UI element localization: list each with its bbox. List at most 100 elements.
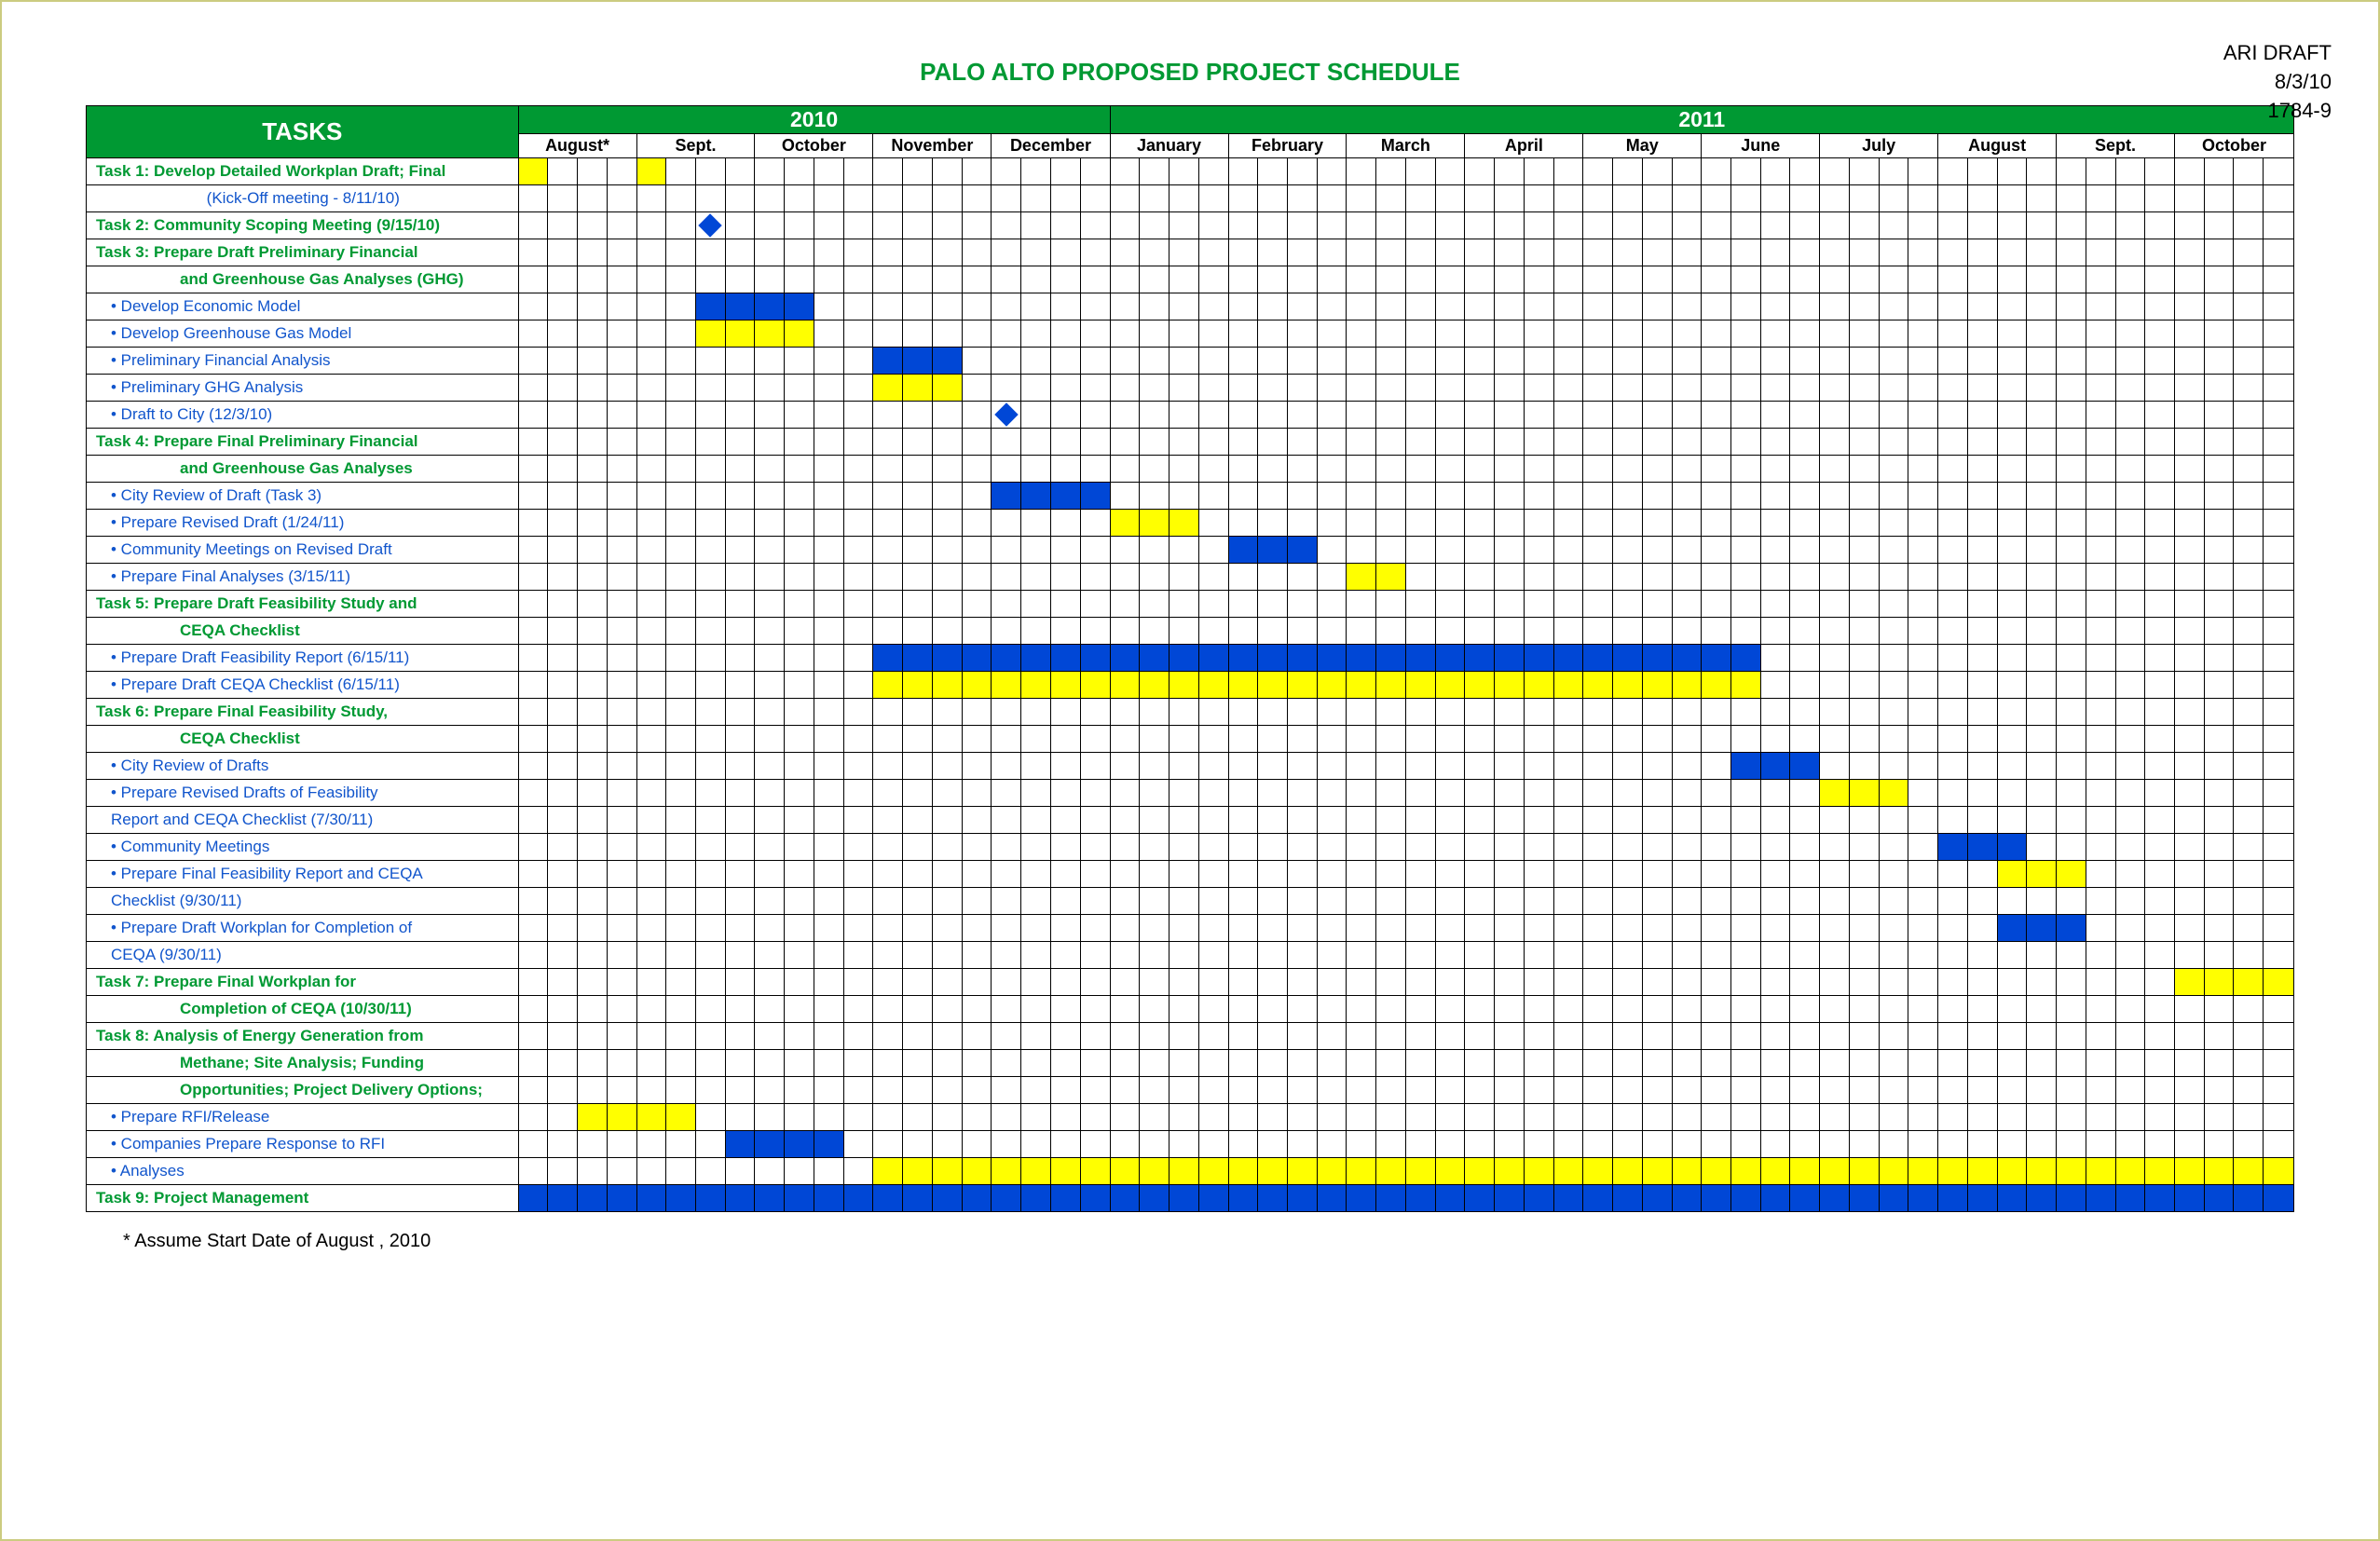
gantt-row: Task 7: Prepare Final Workplan for	[87, 969, 2294, 996]
milestone-icon	[994, 402, 1018, 426]
row-label: • Prepare Final Feasibility Report and C…	[87, 861, 519, 888]
page-title: PALO ALTO PROPOSED PROJECT SCHEDULE	[86, 58, 2294, 87]
gantt-row: Methane; Site Analysis; Funding	[87, 1050, 2294, 1077]
row-label: (Kick-Off meeting - 8/11/10)	[87, 185, 519, 212]
gantt-row: • Prepare RFI/Release	[87, 1104, 2294, 1131]
gantt-row: • City Review of Drafts	[87, 753, 2294, 780]
row-label: CEQA Checklist	[87, 618, 519, 645]
row-label: Opportunities; Project Delivery Options;	[87, 1077, 519, 1104]
gantt-row: • Draft to City (12/3/10)	[87, 402, 2294, 429]
gantt-row: Checklist (9/30/11)	[87, 888, 2294, 915]
month-header: Sept.	[636, 134, 755, 158]
footnote: * Assume Start Date of August , 2010	[123, 1231, 2294, 1252]
gantt-row: (Kick-Off meeting - 8/11/10)	[87, 185, 2294, 212]
gantt-row: Task 2: Community Scoping Meeting (9/15/…	[87, 212, 2294, 239]
gantt-row: • Preliminary Financial Analysis	[87, 348, 2294, 375]
row-label: Task 2: Community Scoping Meeting (9/15/…	[87, 212, 519, 239]
year-2010: 2010	[518, 106, 1110, 134]
gantt-row: Completion of CEQA (10/30/11)	[87, 996, 2294, 1023]
row-label: • City Review of Draft (Task 3)	[87, 483, 519, 510]
gantt-row: and Greenhouse Gas Analyses	[87, 456, 2294, 483]
row-label: Task 4: Prepare Final Preliminary Financ…	[87, 429, 519, 456]
gantt-row: Task 5: Prepare Draft Feasibility Study …	[87, 591, 2294, 618]
row-label: • Community Meetings on Revised Draft	[87, 537, 519, 564]
gantt-row: • Prepare Draft Feasibility Report (6/15…	[87, 645, 2294, 672]
row-label: • Prepare Draft Feasibility Report (6/15…	[87, 645, 519, 672]
month-header: August	[1938, 134, 2057, 158]
month-header: June	[1702, 134, 1820, 158]
month-header: April	[1465, 134, 1583, 158]
gantt-row: CEQA (9/30/11)	[87, 942, 2294, 969]
gantt-row: Task 1: Develop Detailed Workplan Draft;…	[87, 158, 2294, 185]
row-label: • Prepare Final Analyses (3/15/11)	[87, 564, 519, 591]
gantt-row: Task 8: Analysis of Energy Generation fr…	[87, 1023, 2294, 1050]
month-header: November	[873, 134, 992, 158]
row-label: Task 8: Analysis of Energy Generation fr…	[87, 1023, 519, 1050]
row-label: and Greenhouse Gas Analyses (GHG)	[87, 266, 519, 293]
month-header: December	[992, 134, 1110, 158]
gantt-row: and Greenhouse Gas Analyses (GHG)	[87, 266, 2294, 293]
year-2011: 2011	[1110, 106, 2293, 134]
row-label: CEQA (9/30/11)	[87, 942, 519, 969]
row-label: • Prepare Revised Draft (1/24/11)	[87, 510, 519, 537]
row-label: and Greenhouse Gas Analyses	[87, 456, 519, 483]
milestone-icon	[699, 213, 722, 237]
month-header: May	[1583, 134, 1702, 158]
row-label: Checklist (9/30/11)	[87, 888, 519, 915]
tasks-header: TASKS	[87, 106, 519, 158]
month-header: January	[1110, 134, 1228, 158]
gantt-row: Task 6: Prepare Final Feasibility Study,	[87, 699, 2294, 726]
gantt-row: • Companies Prepare Response to RFI	[87, 1131, 2294, 1158]
gantt-row: Task 9: Project Management	[87, 1185, 2294, 1212]
month-header: July	[1820, 134, 1938, 158]
row-label: • Prepare Draft CEQA Checklist (6/15/11)	[87, 672, 519, 699]
gantt-row: • Prepare Draft CEQA Checklist (6/15/11)	[87, 672, 2294, 699]
gantt-row: • Community Meetings	[87, 834, 2294, 861]
row-label: Task 9: Project Management	[87, 1185, 519, 1212]
gantt-row: • Prepare Final Feasibility Report and C…	[87, 861, 2294, 888]
row-label: Completion of CEQA (10/30/11)	[87, 996, 519, 1023]
gantt-row: • Preliminary GHG Analysis	[87, 375, 2294, 402]
meta-draft: ARI DRAFT	[2223, 39, 2332, 68]
row-label: • Analyses	[87, 1158, 519, 1185]
row-label: • Draft to City (12/3/10)	[87, 402, 519, 429]
gantt-row: • Community Meetings on Revised Draft	[87, 537, 2294, 564]
gantt-row: Task 4: Prepare Final Preliminary Financ…	[87, 429, 2294, 456]
gantt-row: • City Review of Draft (Task 3)	[87, 483, 2294, 510]
gantt-table: TASKS20102011August*Sept.OctoberNovember…	[86, 105, 2294, 1212]
gantt-row: • Analyses	[87, 1158, 2294, 1185]
meta-doc: 1784-9	[2223, 97, 2332, 126]
month-header: Sept.	[2057, 134, 2175, 158]
month-header: March	[1347, 134, 1465, 158]
gantt-row: CEQA Checklist	[87, 618, 2294, 645]
gantt-row: Opportunities; Project Delivery Options;	[87, 1077, 2294, 1104]
row-label: Task 5: Prepare Draft Feasibility Study …	[87, 591, 519, 618]
row-label: • Prepare Revised Drafts of Feasibility	[87, 780, 519, 807]
row-label: • Prepare Draft Workplan for Completion …	[87, 915, 519, 942]
row-label: Task 3: Prepare Draft Preliminary Financ…	[87, 239, 519, 266]
row-label: Methane; Site Analysis; Funding	[87, 1050, 519, 1077]
row-label: Report and CEQA Checklist (7/30/11)	[87, 807, 519, 834]
gantt-row: • Develop Greenhouse Gas Model	[87, 320, 2294, 348]
gantt-row: • Prepare Draft Workplan for Completion …	[87, 915, 2294, 942]
row-label: • Preliminary GHG Analysis	[87, 375, 519, 402]
row-label: • Preliminary Financial Analysis	[87, 348, 519, 375]
gantt-row: CEQA Checklist	[87, 726, 2294, 753]
gantt-row: • Prepare Final Analyses (3/15/11)	[87, 564, 2294, 591]
month-header: February	[1228, 134, 1347, 158]
document-meta: ARI DRAFT 8/3/10 1784-9	[2223, 39, 2332, 125]
row-label: Task 1: Develop Detailed Workplan Draft;…	[87, 158, 519, 185]
gantt-row: Report and CEQA Checklist (7/30/11)	[87, 807, 2294, 834]
gantt-row: Task 3: Prepare Draft Preliminary Financ…	[87, 239, 2294, 266]
meta-date: 8/3/10	[2223, 68, 2332, 97]
row-label: Task 6: Prepare Final Feasibility Study,	[87, 699, 519, 726]
row-label: • Develop Greenhouse Gas Model	[87, 320, 519, 348]
row-label: • Community Meetings	[87, 834, 519, 861]
month-header: October	[2175, 134, 2294, 158]
row-label: • Develop Economic Model	[87, 293, 519, 320]
row-label: • City Review of Drafts	[87, 753, 519, 780]
gantt-row: • Prepare Revised Draft (1/24/11)	[87, 510, 2294, 537]
row-label: Task 7: Prepare Final Workplan for	[87, 969, 519, 996]
row-label: CEQA Checklist	[87, 726, 519, 753]
row-label: • Companies Prepare Response to RFI	[87, 1131, 519, 1158]
